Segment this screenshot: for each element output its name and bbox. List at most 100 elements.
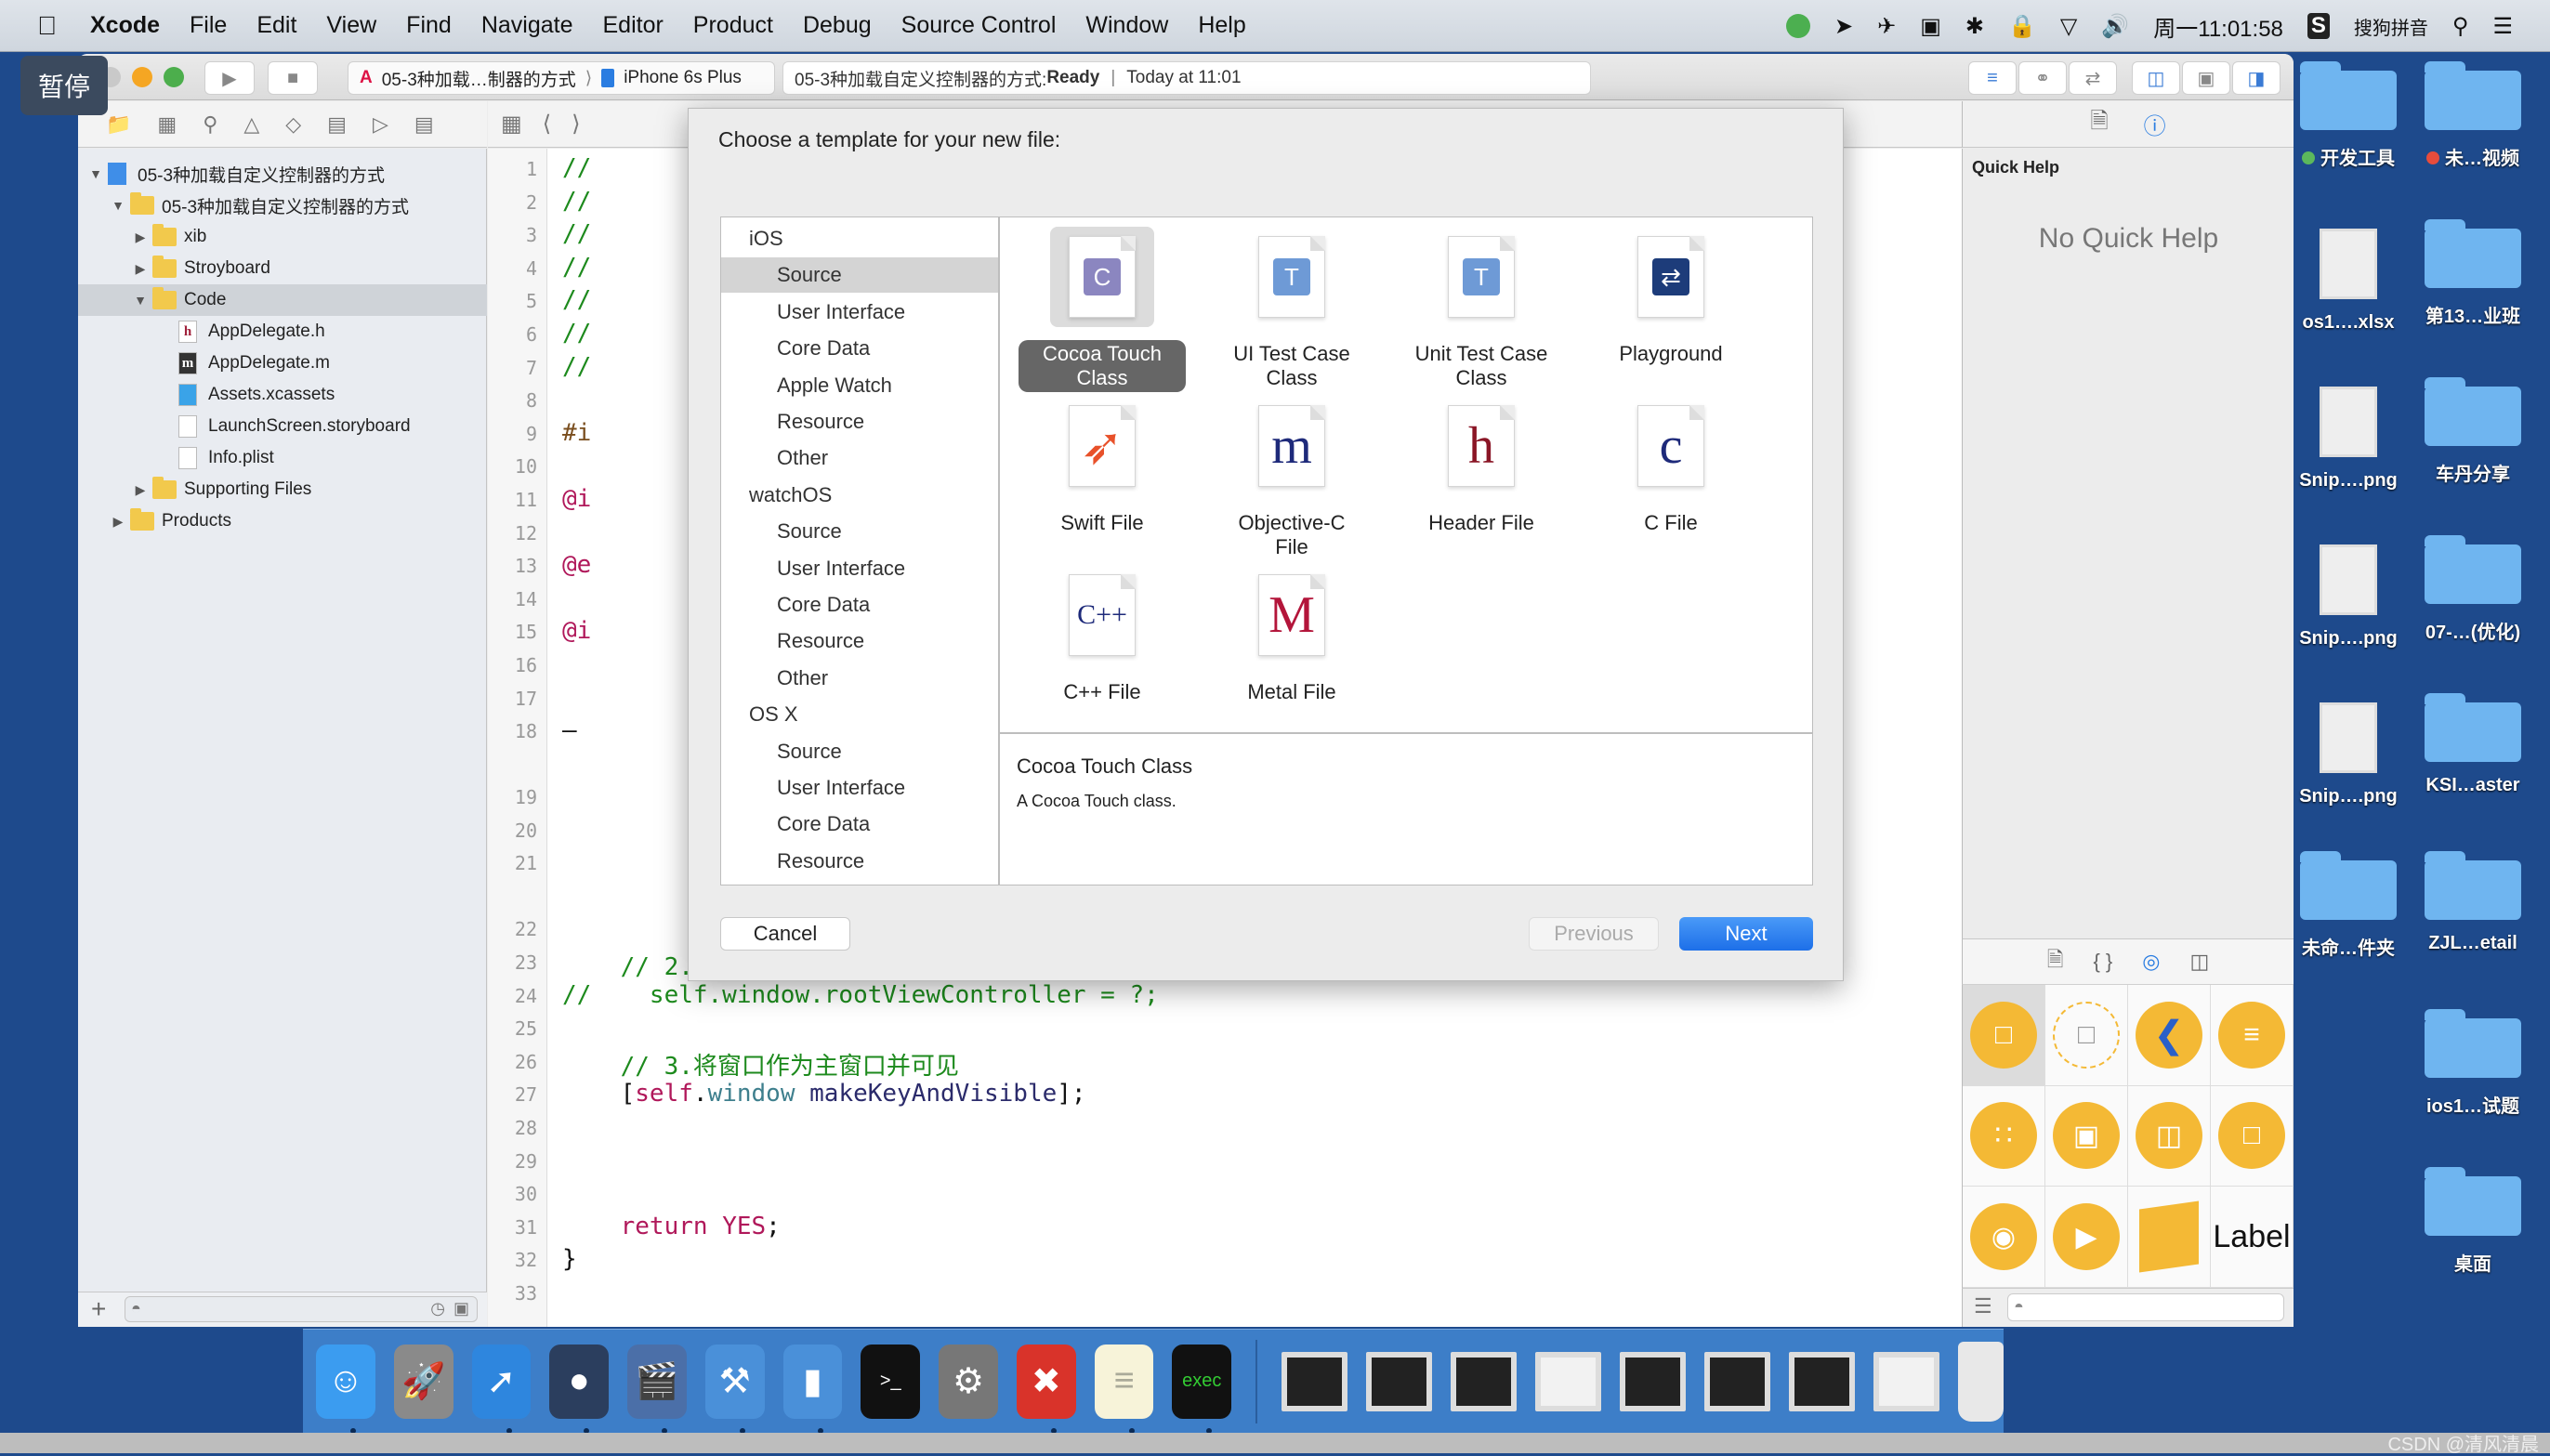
template-category[interactable]: Source bbox=[721, 734, 998, 769]
navigator-item[interactable]: m AppDelegate.m bbox=[78, 348, 487, 379]
library-item-tab-bar-controller[interactable]: ▣ bbox=[2045, 1085, 2128, 1187]
menu-editor[interactable]: Editor bbox=[587, 12, 677, 39]
navigator-filter-field[interactable]: ◓ ◷ ▣ bbox=[125, 1296, 478, 1322]
wifi-icon[interactable]: ▽ bbox=[2060, 13, 2077, 40]
library-item-storyboard-reference[interactable]: □ bbox=[2045, 985, 2128, 1086]
stop-button[interactable]: ■ bbox=[268, 61, 318, 95]
navigator-item[interactable]: ▶ Stroyboard bbox=[78, 253, 487, 284]
template-item[interactable]: ➶ Swift File bbox=[1009, 396, 1195, 537]
related-items-icon[interactable]: ▦ bbox=[501, 111, 522, 138]
dock-xcode-icon[interactable]: ⚒ bbox=[704, 1344, 765, 1434]
input-method-icon[interactable]: S bbox=[2307, 13, 2330, 39]
template-item[interactable]: c C File bbox=[1578, 396, 1764, 537]
minimized-window-thumbnail[interactable] bbox=[1619, 1351, 1686, 1411]
navigator-item[interactable]: h AppDelegate.h bbox=[78, 316, 487, 348]
navigator-item[interactable]: Info.plist bbox=[78, 442, 487, 474]
dock-terminal-icon[interactable]: >_ bbox=[861, 1344, 921, 1419]
library-item-page-view-controller[interactable]: □ bbox=[2211, 1085, 2294, 1187]
desktop-icon[interactable]: KSI…aster bbox=[2411, 693, 2535, 796]
menu-debug[interactable]: Debug bbox=[788, 12, 887, 39]
dock-imovie-icon[interactable]: 🎬 bbox=[627, 1344, 687, 1434]
file-template-library-icon[interactable]: 🗎 bbox=[2047, 944, 2064, 979]
desktop-icon[interactable]: 桌面 bbox=[2411, 1167, 2535, 1276]
apple-menu-icon[interactable]:  bbox=[0, 11, 75, 41]
desktop-icon[interactable]: 未…视频 bbox=[2411, 61, 2535, 170]
back-button[interactable]: ⟨ bbox=[543, 111, 551, 138]
disclosure-expanded-icon[interactable]: ▼ bbox=[87, 166, 104, 181]
run-button[interactable]: ▶ bbox=[204, 61, 255, 95]
library-item-table-view-controller[interactable]: ≡ bbox=[2211, 985, 2294, 1086]
test-navigator-icon[interactable]: ◇ bbox=[285, 112, 301, 137]
project-navigator-icon[interactable]: 📁 bbox=[106, 112, 131, 137]
disclosure-collapsed-icon[interactable]: ▶ bbox=[110, 514, 126, 530]
disclosure-collapsed-icon[interactable]: ▶ bbox=[132, 230, 149, 245]
menu-source-control[interactable]: Source Control bbox=[887, 12, 1071, 39]
template-item[interactable]: T Unit Test Case Class bbox=[1388, 227, 1574, 392]
template-category[interactable]: Core Data bbox=[721, 807, 998, 842]
green-app-status-icon[interactable] bbox=[1785, 14, 1810, 38]
template-category[interactable]: Core Data bbox=[721, 331, 998, 366]
template-category[interactable]: User Interface bbox=[721, 295, 998, 330]
minimized-window-thumbnail[interactable] bbox=[1450, 1351, 1517, 1411]
navigator-item[interactable]: LaunchScreen.storyboard bbox=[78, 411, 487, 442]
desktop-icon[interactable]: ios1…试题 bbox=[2411, 1009, 2535, 1118]
notification-center-icon[interactable]: ☰ bbox=[2492, 13, 2513, 40]
menu-file[interactable]: File bbox=[175, 12, 242, 39]
breakpoint-navigator-icon[interactable]: ▷ bbox=[373, 112, 388, 137]
airplane-icon[interactable]: ✈ bbox=[1877, 13, 1896, 40]
find-navigator-icon[interactable]: ⚲ bbox=[203, 112, 217, 137]
recent-files-icon[interactable]: ◷ bbox=[430, 1299, 445, 1318]
toggle-utilities-button[interactable]: ◨ bbox=[2232, 61, 2281, 95]
desktop-icon[interactable]: 开发工具 bbox=[2286, 61, 2411, 170]
object-library-icon[interactable]: ◎ bbox=[2142, 950, 2160, 974]
symbol-navigator-icon[interactable]: ▦ bbox=[157, 112, 177, 137]
navigator-item[interactable]: ▶ Supporting Files bbox=[78, 474, 487, 505]
dock-mouse-app-icon[interactable]: ● bbox=[549, 1344, 610, 1434]
template-category[interactable]: Source bbox=[721, 257, 998, 294]
location-icon[interactable]: ➤ bbox=[1834, 13, 1853, 40]
template-item[interactable]: m Objective-C File bbox=[1199, 396, 1385, 561]
menu-help[interactable]: Help bbox=[1183, 12, 1260, 39]
library-item-collection-view-controller[interactable]: ∷ bbox=[1963, 1085, 2045, 1187]
library-item-glkit-view-controller[interactable]: ◉ bbox=[1963, 1187, 2045, 1288]
template-item[interactable]: h Header File bbox=[1388, 396, 1574, 537]
library-item-view-controller[interactable]: □ bbox=[1963, 985, 2045, 1086]
library-item-navigation-controller[interactable]: ❮ bbox=[2128, 985, 2211, 1086]
minimized-window-thumbnail[interactable] bbox=[1788, 1351, 1855, 1411]
device-name[interactable]: iPhone 6s Plus bbox=[624, 68, 742, 88]
navigator-item[interactable]: Assets.xcassets bbox=[78, 379, 487, 411]
spotlight-icon[interactable]: ⚲ bbox=[2452, 13, 2469, 40]
menu-window[interactable]: Window bbox=[1071, 12, 1183, 39]
menu-product[interactable]: Product bbox=[678, 12, 788, 39]
library-item-object[interactable] bbox=[2128, 1187, 2211, 1288]
desktop-icon[interactable]: 07-…(优化) bbox=[2411, 535, 2535, 644]
trash-icon[interactable] bbox=[1957, 1341, 2005, 1422]
template-category[interactable]: Resource bbox=[721, 623, 998, 659]
minimized-window-thumbnail[interactable] bbox=[1281, 1351, 1347, 1411]
add-file-button[interactable]: + bbox=[91, 1294, 106, 1324]
menu-navigate[interactable]: Navigate bbox=[467, 12, 588, 39]
menu-edit[interactable]: Edit bbox=[242, 12, 311, 39]
dock-simulator-icon[interactable]: ▮ bbox=[782, 1344, 843, 1434]
desktop-icon[interactable]: 第13…业班 bbox=[2411, 219, 2535, 328]
template-item[interactable]: T UI Test Case Class bbox=[1199, 227, 1385, 392]
disclosure-expanded-icon[interactable]: ▼ bbox=[132, 293, 149, 308]
screen-record-icon[interactable]: ▣ bbox=[1920, 13, 1941, 40]
navigator-item[interactable]: ▶ xib bbox=[78, 221, 487, 253]
lock-icon[interactable]: 🔒 bbox=[2008, 13, 2036, 40]
desktop-icon[interactable]: 车丹分享 bbox=[2411, 377, 2535, 486]
standard-editor-button[interactable]: ≡ bbox=[1968, 61, 2017, 95]
file-inspector-icon[interactable]: 🗎 bbox=[2090, 105, 2108, 143]
scheme-selector[interactable]: A 05-3种加载…制器的方式 ⟩ iPhone 6s Plus bbox=[348, 61, 775, 95]
code-snippet-library-icon[interactable]: { } bbox=[2093, 950, 2112, 974]
template-item[interactable]: C++ C++ File bbox=[1009, 565, 1195, 706]
forward-button[interactable]: ⟩ bbox=[572, 111, 580, 138]
template-category[interactable]: Other bbox=[721, 440, 998, 476]
assistant-editor-button[interactable]: ⚭ bbox=[2018, 61, 2067, 95]
menu-find[interactable]: Find bbox=[391, 12, 467, 39]
template-item[interactable]: C Cocoa Touch Class bbox=[1009, 227, 1195, 392]
template-category[interactable]: Other bbox=[721, 661, 998, 696]
list-view-icon[interactable]: ☰ bbox=[1974, 1294, 1992, 1318]
desktop-icon[interactable]: ZJL…etail bbox=[2411, 851, 2535, 954]
library-item-split-view-controller[interactable]: ◫ bbox=[2128, 1085, 2211, 1187]
